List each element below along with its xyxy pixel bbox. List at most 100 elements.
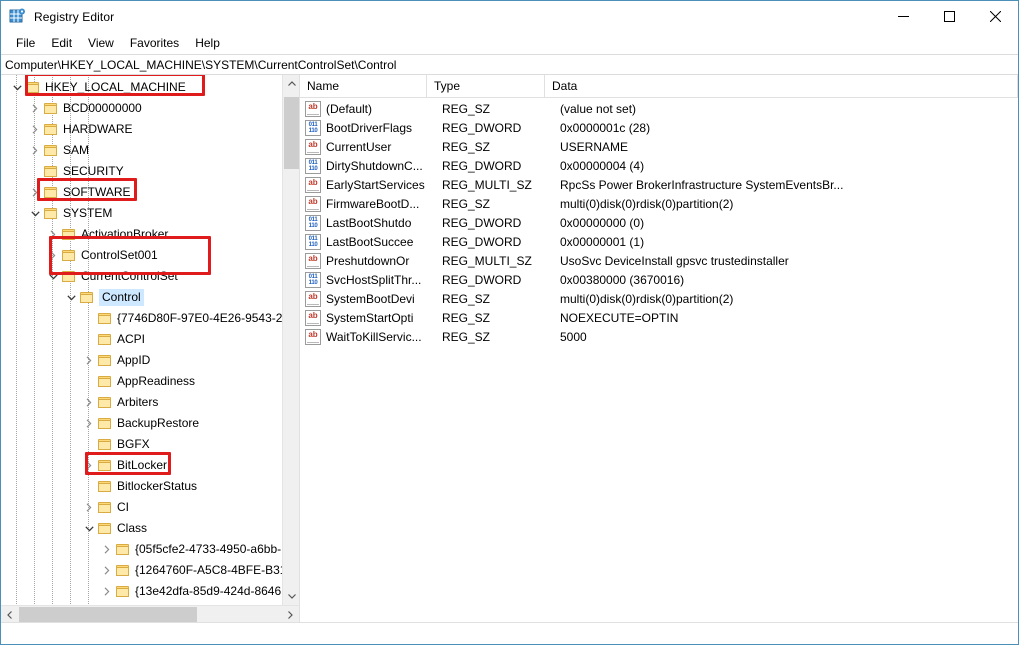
window-controls — [880, 1, 1018, 32]
tree-node-hkey-local-machine[interactable]: HKEY_LOCAL_MACHINE — [1, 77, 299, 98]
chevron-down-icon[interactable] — [81, 518, 97, 539]
menu-item-help[interactable]: Help — [187, 34, 228, 52]
value-type: REG_DWORD — [442, 235, 560, 249]
value-type: REG_SZ — [442, 292, 560, 306]
chevron-right-icon[interactable] — [81, 455, 97, 476]
string-value-icon: ab — [305, 329, 321, 345]
chevron-down-icon[interactable] — [45, 266, 61, 287]
tree-leaf-spacer — [81, 371, 97, 392]
chevron-right-icon[interactable] — [81, 413, 97, 434]
tree-node-label: BCD00000000 — [63, 100, 142, 117]
tree-node-label: HKEY_LOCAL_MACHINE — [45, 79, 186, 96]
tree-node-acpi[interactable]: ACPI — [1, 329, 299, 350]
tree-node-sam[interactable]: SAM — [1, 140, 299, 161]
tree-node-label: {13e42dfa-85d9-424d-8646 — [135, 583, 281, 600]
tree-node-7746d80f-97e0-4e26-9543-26[interactable]: {7746D80F-97E0-4E26-9543-26 — [1, 308, 299, 329]
folder-icon — [43, 122, 59, 138]
tree-node-label: ActivationBroker — [81, 226, 168, 243]
value-type: REG_DWORD — [442, 273, 560, 287]
tree-node-label: {05f5cfe2-4733-4950-a6bb- — [135, 541, 281, 558]
tree-node-label: BitlockerStatus — [117, 478, 197, 495]
scroll-right-icon[interactable] — [282, 606, 299, 623]
tree-hscroll-thumb[interactable] — [19, 607, 197, 622]
value-row[interactable]: abSystemStartOptiREG_SZ NOEXECUTE=OPTIN — [300, 308, 1018, 327]
column-header-name[interactable]: Name — [300, 75, 427, 98]
column-header-data[interactable]: Data — [545, 75, 1018, 98]
chevron-right-icon[interactable] — [81, 497, 97, 518]
address-bar[interactable]: Computer\HKEY_LOCAL_MACHINE\SYSTEM\Curre… — [1, 54, 1018, 75]
tree-node-controlset001[interactable]: ControlSet001 — [1, 245, 299, 266]
chevron-right-icon[interactable] — [81, 392, 97, 413]
menu-item-file[interactable]: File — [8, 34, 43, 52]
tree-node-control[interactable]: Control — [1, 287, 299, 308]
chevron-right-icon[interactable] — [27, 140, 43, 161]
menu-item-edit[interactable]: Edit — [43, 34, 80, 52]
registry-tree[interactable]: HKEY_LOCAL_MACHINE BCD00000000 HARDWARESAM… — [1, 75, 299, 605]
close-button[interactable] — [972, 1, 1018, 32]
chevron-right-icon[interactable] — [27, 98, 43, 119]
values-list[interactable]: ab(Default)REG_SZ(value not set)011110Bo… — [300, 98, 1018, 622]
value-row[interactable]: 011110BootDriverFlagsREG_DWORD0x0000001c… — [300, 118, 1018, 137]
scroll-up-icon[interactable] — [283, 75, 299, 92]
chevron-down-icon[interactable] — [9, 77, 25, 98]
menu-item-view[interactable]: View — [80, 34, 122, 52]
value-row[interactable]: 011110LastBootSucceeREG_DWORD0x00000001 … — [300, 232, 1018, 251]
scroll-left-icon[interactable] — [1, 606, 18, 623]
tree-node-class[interactable]: Class — [1, 518, 299, 539]
value-row[interactable]: ab(Default)REG_SZ(value not set) — [300, 99, 1018, 118]
value-row[interactable]: 011110LastBootShutdoREG_DWORD0x00000000 … — [300, 213, 1018, 232]
tree-node-appid[interactable]: AppID — [1, 350, 299, 371]
tree-node-activationbroker[interactable]: ActivationBroker — [1, 224, 299, 245]
column-header-type[interactable]: Type — [427, 75, 545, 98]
value-row[interactable]: 011110SvcHostSplitThr...REG_DWORD0x00380… — [300, 270, 1018, 289]
binary-value-icon: 011110 — [305, 120, 321, 136]
chevron-right-icon[interactable] — [27, 182, 43, 203]
value-row[interactable]: abFirmwareBootD...REG_SZmulti(0)disk(0)r… — [300, 194, 1018, 213]
tree-leaf-spacer — [81, 476, 97, 497]
tree-node-security[interactable]: SECURITY — [1, 161, 299, 182]
value-row[interactable]: abPreshutdownOrREG_MULTI_SZUsoSvc Device… — [300, 251, 1018, 270]
tree-horizontal-scrollbar[interactable] — [1, 605, 299, 622]
value-row[interactable]: 011110DirtyShutdownC...REG_DWORD0x000000… — [300, 156, 1018, 175]
chevron-right-icon[interactable] — [45, 224, 61, 245]
tree-node-bgfx[interactable]: BGFX — [1, 434, 299, 455]
value-row[interactable]: abCurrentUserREG_SZUSERNAME — [300, 137, 1018, 156]
value-name: SystemBootDevi — [326, 292, 442, 306]
folder-icon — [25, 80, 41, 96]
tree-node-ci[interactable]: CI — [1, 497, 299, 518]
value-row[interactable]: abSystemBootDeviREG_SZmulti(0)disk(0)rdi… — [300, 289, 1018, 308]
tree-node-13e42dfa-85d9-424d-8646[interactable]: {13e42dfa-85d9-424d-8646 — [1, 581, 299, 602]
chevron-right-icon[interactable] — [99, 581, 115, 602]
chevron-right-icon[interactable] — [99, 560, 115, 581]
tree-node-software[interactable]: SOFTWARE — [1, 182, 299, 203]
value-name: SystemStartOpti — [326, 311, 442, 325]
chevron-right-icon[interactable] — [27, 119, 43, 140]
chevron-right-icon[interactable] — [45, 245, 61, 266]
tree-node-05f5cfe2-4733-4950-a6bb[interactable]: {05f5cfe2-4733-4950-a6bb- — [1, 539, 299, 560]
folder-icon — [43, 143, 59, 159]
tree-node-bitlocker[interactable]: BitLocker — [1, 455, 299, 476]
chevron-down-icon[interactable] — [27, 203, 43, 224]
tree-node-currentcontrolset[interactable]: CurrentControlSet — [1, 266, 299, 287]
minimize-button[interactable] — [880, 1, 926, 32]
tree-scroll-thumb[interactable] — [284, 97, 299, 169]
tree-node-hardware[interactable]: HARDWARE — [1, 119, 299, 140]
scroll-down-icon[interactable] — [283, 588, 299, 605]
tree-node-bcd00000000[interactable]: BCD00000000 — [1, 98, 299, 119]
chevron-down-icon[interactable] — [63, 287, 79, 308]
tree-node-bitlockerstatus[interactable]: BitlockerStatus — [1, 476, 299, 497]
value-data: 0x00000000 (0) — [560, 216, 1018, 230]
tree-node-appreadiness[interactable]: AppReadiness — [1, 371, 299, 392]
values-column-header: Name Type Data — [300, 75, 1018, 98]
tree-node-arbiters[interactable]: Arbiters — [1, 392, 299, 413]
menu-item-favorites[interactable]: Favorites — [122, 34, 187, 52]
chevron-right-icon[interactable] — [99, 539, 115, 560]
maximize-button[interactable] — [926, 1, 972, 32]
value-row[interactable]: abWaitToKillServic...REG_SZ5000 — [300, 327, 1018, 346]
chevron-right-icon[interactable] — [81, 350, 97, 371]
tree-node-backuprestore[interactable]: BackupRestore — [1, 413, 299, 434]
value-row[interactable]: abEarlyStartServicesREG_MULTI_SZRpcSs Po… — [300, 175, 1018, 194]
tree-node-system[interactable]: SYSTEM — [1, 203, 299, 224]
tree-vertical-scrollbar[interactable] — [282, 75, 299, 605]
tree-node-1264760f-a5c8-4bfe-b31[interactable]: {1264760F-A5C8-4BFE-B31 — [1, 560, 299, 581]
